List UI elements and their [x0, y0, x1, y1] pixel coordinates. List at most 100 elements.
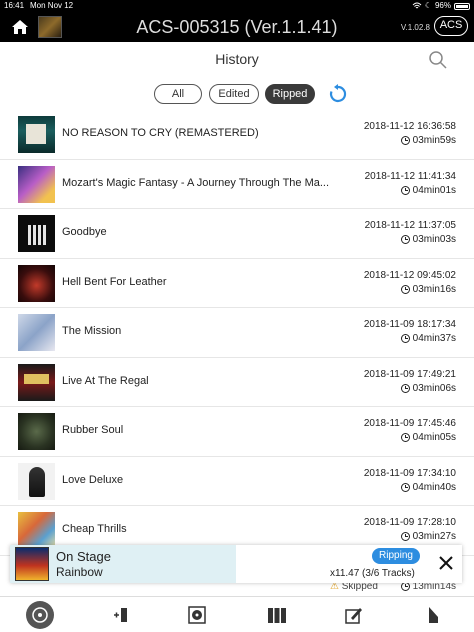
now-ripping-album: On Stage: [56, 549, 111, 564]
status-bar: 16:41 Mon Nov 12 ☾ 96%: [0, 0, 474, 12]
library-icon: [268, 608, 286, 623]
refresh-icon[interactable]: [327, 83, 349, 105]
rip-duration: 04min01s: [400, 184, 456, 196]
duration-value: 04min37s: [412, 333, 456, 344]
duration-value: 03min27s: [412, 531, 456, 542]
filter-all[interactable]: All: [154, 84, 202, 104]
edit-icon: [345, 608, 362, 624]
moon-icon: ☾: [424, 1, 432, 10]
clock-icon: [400, 284, 410, 294]
tab-edit[interactable]: [340, 602, 368, 628]
close-icon[interactable]: [438, 555, 454, 571]
search-icon[interactable]: [428, 50, 448, 70]
cd-icon: [188, 606, 206, 624]
ripping-status-badge: Ripping: [372, 548, 420, 564]
album-art: [18, 116, 55, 153]
device-thumbnail: [38, 16, 62, 38]
app-title: ACS-005315 (Ver.1.1.41): [136, 17, 338, 37]
clock-icon: [400, 582, 410, 591]
duration-value: 03min59s: [412, 135, 456, 146]
tab-library[interactable]: [263, 602, 291, 628]
clock-icon: [400, 482, 410, 492]
rip-timestamp: 2018-11-12 09:45:02: [363, 269, 456, 281]
clock-icon: [400, 136, 410, 145]
duration-value: 04min40s: [412, 481, 456, 493]
rip-timestamp: 2018-11-12 16:36:58: [363, 121, 456, 132]
rip-timestamp: 2018-11-12 11:37:05: [364, 220, 456, 231]
tab-settings[interactable]: [420, 602, 448, 628]
history-icon: [32, 607, 48, 623]
rip-duration: 04min05s: [400, 432, 456, 443]
album-art: [18, 462, 55, 500]
history-list: NO REASON TO CRY (REMASTERED) 2018-11-12…: [0, 110, 474, 556]
album-art: [18, 363, 55, 401]
filter-ripped[interactable]: Ripped: [265, 84, 315, 104]
tab-history[interactable]: [26, 601, 54, 629]
filter-edited[interactable]: Edited: [209, 84, 259, 104]
rip-timestamp: 2018-11-09 17:45:46: [363, 418, 456, 429]
battery-percent: 96%: [434, 1, 451, 10]
rip-duration: 03min59s: [400, 135, 456, 146]
status-date: Mon Nov 12: [30, 1, 74, 10]
clock-icon: [400, 235, 410, 244]
tab-cd[interactable]: [183, 602, 211, 628]
album-title: Rubber Soul: [62, 424, 124, 436]
status-time: 16:41: [4, 1, 25, 10]
duration-value: 04min05s: [412, 432, 456, 443]
rip-timestamp: 2018-11-09 18:17:34: [363, 319, 456, 330]
rip-duration: 04min40s: [400, 481, 456, 493]
album-title: Goodbye: [62, 226, 107, 238]
rip-timestamp: 2018-11-09 17:34:10: [363, 467, 456, 479]
album-art: [18, 314, 55, 351]
rip-duration: 04min37s: [400, 333, 456, 344]
clock-icon: [400, 433, 410, 442]
now-ripping-artist: Rainbow: [56, 565, 103, 579]
album-title: NO REASON TO CRY (REMASTERED): [62, 127, 259, 139]
rip-timestamp: 2018-11-09 17:28:10: [363, 517, 456, 528]
app-version: V.1.02.8: [400, 23, 430, 32]
rip-duration: 03min16s: [400, 284, 456, 295]
tab-ripping[interactable]: [106, 602, 134, 628]
history-row[interactable]: Mozart's Magic Fantasy - A Journey Throu…: [0, 160, 474, 209]
history-row[interactable]: The Mission 2018-11-09 18:17:34 04min37s: [0, 308, 474, 358]
page-header: History: [0, 42, 474, 78]
history-row[interactable]: NO REASON TO CRY (REMASTERED) 2018-11-12…: [0, 110, 474, 160]
rip-timestamp: 2018-11-12 11:41:34: [364, 170, 456, 182]
rip-timestamp: 2018-11-09 17:49:21: [363, 368, 456, 380]
album-title: Live At The Regal: [62, 374, 149, 387]
album-title: Cheap Thrills: [62, 523, 127, 535]
tab-bar: [0, 596, 474, 632]
history-row[interactable]: Hell Bent For Leather 2018-11-12 09:45:0…: [0, 259, 474, 308]
now-ripping-album-art: [15, 547, 49, 581]
rip-duration: 03min06s: [400, 382, 456, 394]
album-art: [18, 264, 55, 302]
history-row[interactable]: Rubber Soul 2018-11-09 17:45:46 04min05s: [0, 407, 474, 457]
album-art: [18, 215, 55, 252]
clock-icon: [400, 383, 410, 393]
page-title: History: [215, 51, 259, 67]
album-title: Mozart's Magic Fantasy - A Journey Throu…: [62, 176, 330, 189]
history-row[interactable]: Goodbye 2018-11-12 11:37:05 03min03s: [0, 209, 474, 259]
title-bar: ACS-005315 (Ver.1.1.41) V.1.02.8 ACS: [0, 12, 474, 42]
rip-duration: 03min03s: [400, 234, 456, 245]
album-art: [18, 413, 55, 450]
clock-icon: [400, 185, 410, 195]
filter-bar: All Edited Ripped: [0, 82, 474, 106]
ripping-progress-text: x11.47 (3/6 Tracks): [330, 568, 415, 579]
album-title: The Mission: [62, 325, 122, 337]
duration-value: 03min06s: [412, 382, 456, 394]
settings-icon: [429, 607, 438, 623]
duration-value: 04min01s: [412, 184, 456, 196]
album-title: Hell Bent For Leather: [62, 275, 167, 288]
duration-value: 03min03s: [412, 234, 456, 245]
status-right: ☾ 96%: [412, 0, 470, 12]
history-row[interactable]: Love Deluxe 2018-11-09 17:34:10 04min40s: [0, 457, 474, 506]
acs-button[interactable]: ACS: [434, 16, 468, 36]
album-art: [18, 512, 55, 549]
history-row[interactable]: Live At The Regal 2018-11-09 17:49:21 03…: [0, 358, 474, 407]
clock-icon: [400, 532, 410, 541]
rip-duration: 03min27s: [400, 531, 456, 542]
home-icon[interactable]: [10, 17, 30, 37]
now-ripping-bar[interactable]: On Stage Rainbow Ripping x11.47 (3/6 Tra…: [10, 545, 462, 583]
album-title: Love Deluxe: [62, 473, 124, 486]
